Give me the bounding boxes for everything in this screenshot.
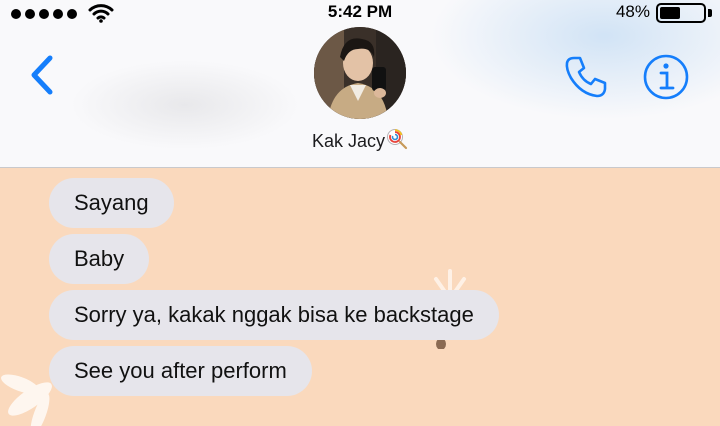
message-bubble-incoming[interactable]: See you after perform (49, 346, 312, 396)
back-button[interactable] (26, 50, 62, 100)
conversation-header: 5:42 PM 48% Kak Jacy (0, 0, 720, 168)
message-bubble-incoming[interactable]: Baby (49, 234, 150, 284)
status-bar: 5:42 PM 48% (0, 0, 720, 26)
battery-percent: 48% (615, 2, 650, 21)
phone-icon (565, 56, 607, 98)
battery-tip (708, 9, 712, 17)
contact-name-text: Kak Jacy (311, 131, 386, 151)
contact-photo (314, 27, 406, 119)
status-time: 5:42 PM (327, 2, 393, 21)
info-icon (643, 54, 689, 100)
message-bubble-incoming[interactable]: Sayang (49, 178, 174, 228)
message-bubble-incoming[interactable]: Sorry ya, kakak nggak bisa ke backstage (49, 290, 499, 340)
contact-avatar[interactable] (314, 27, 406, 119)
contact-name[interactable]: Kak Jacy (0, 128, 720, 152)
battery-level-fill (660, 7, 680, 19)
lollipop-icon (387, 129, 408, 150)
chevron-left-icon (31, 55, 53, 95)
call-button[interactable] (560, 52, 610, 102)
info-button[interactable] (641, 52, 691, 102)
battery-icon (656, 3, 706, 23)
